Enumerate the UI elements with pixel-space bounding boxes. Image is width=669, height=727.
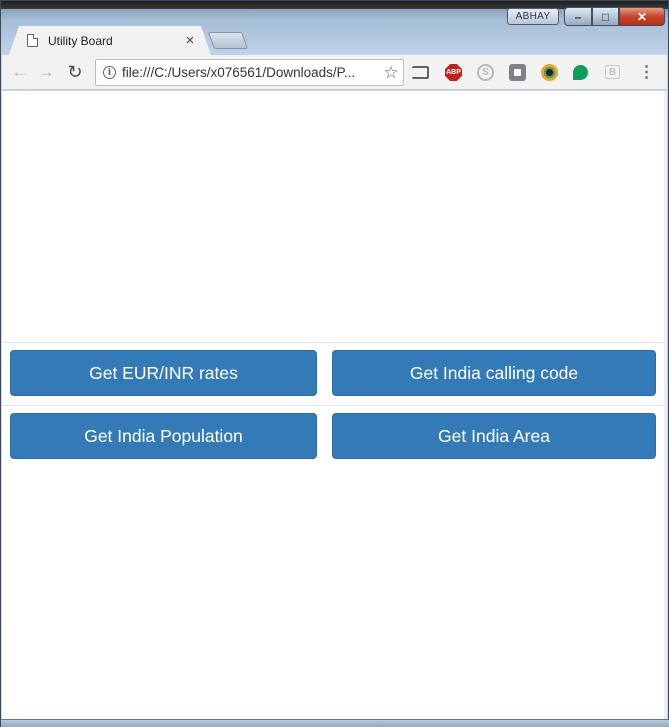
url-text[interactable]: file:///C:/Users/x076561/Downloads/P... [122,65,379,80]
maximize-button[interactable]: □ [592,7,619,26]
tab-close-icon[interactable]: × [183,32,197,49]
document-icon [27,34,38,47]
adblock-plus-icon[interactable]: ABP [445,64,462,81]
back-arrow-icon[interactable]: ← [10,62,30,82]
cast-icon[interactable] [412,66,429,79]
close-window-button[interactable]: ✕ [619,7,665,26]
color-eye-extension-icon[interactable] [541,64,558,81]
get-india-area-button[interactable]: Get India Area [332,413,656,459]
divider [2,342,664,343]
page-viewport: Get EUR/INR rates Get India calling code… [2,91,664,719]
address-bar[interactable]: i file:///C:/Users/x076561/Downloads/P..… [95,59,404,86]
get-india-population-button[interactable]: Get India Population [10,413,317,459]
info-icon[interactable]: i [103,66,116,79]
bookmark-star-icon[interactable]: ☆ [379,63,403,83]
tab-utility-board[interactable]: Utility Board × [9,26,211,55]
b-extension-icon[interactable]: B [605,65,620,79]
browser-toolbar: ← → ↻ i file:///C:/Users/x076561/Downloa… [2,55,667,90]
extension-box-icon[interactable] [509,64,526,81]
browser-window: ABHAY – □ ✕ Utility Board × ← → ↻ i file… [0,0,669,727]
skype-icon[interactable]: S [477,64,494,81]
window-controls: – □ ✕ [564,7,665,26]
get-eur-inr-rates-button[interactable]: Get EUR/INR rates [10,350,317,396]
profile-button[interactable]: ABHAY [507,8,559,25]
divider [2,405,664,406]
get-india-calling-code-button[interactable]: Get India calling code [332,350,656,396]
hangouts-icon[interactable] [573,65,588,80]
browser-menu-icon[interactable]: ⋮ [638,64,655,81]
forward-arrow-icon[interactable]: → [36,62,56,82]
tab-title: Utility Board [48,33,113,48]
window-right-edge [664,91,667,719]
new-tab-button[interactable] [207,32,249,49]
minimize-button[interactable]: – [564,7,592,26]
reload-icon[interactable]: ↻ [65,62,85,82]
taskbar-edge [1,719,669,727]
